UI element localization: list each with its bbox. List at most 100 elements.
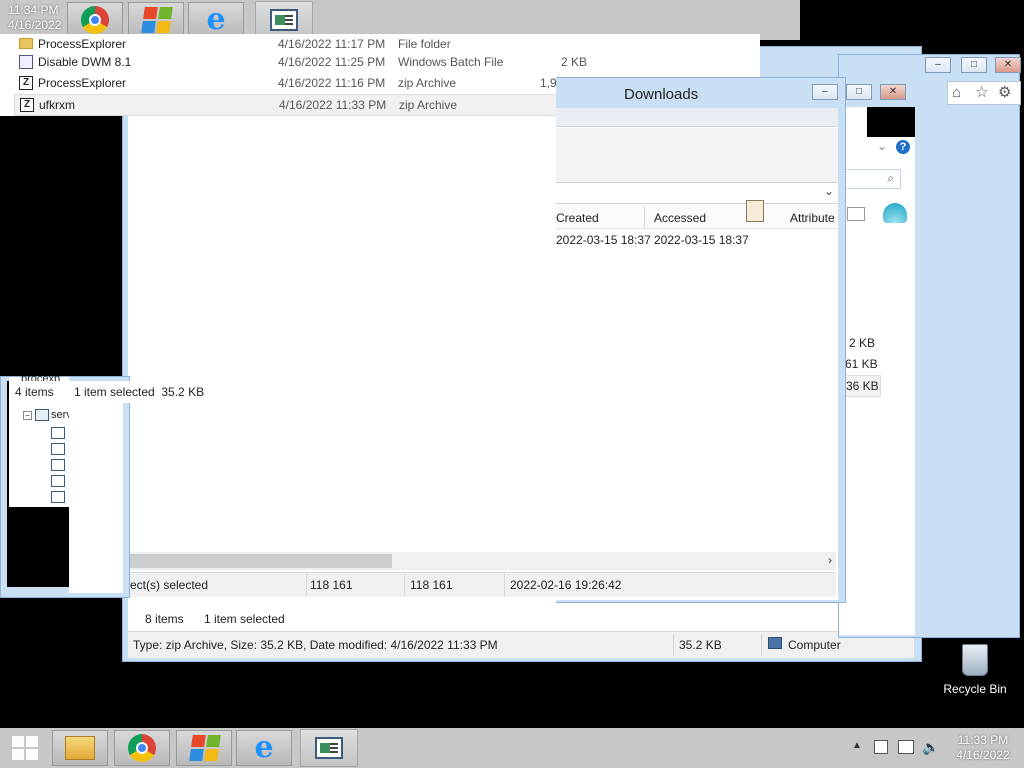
- taskbar-app-button[interactable]: [300, 729, 358, 767]
- batch-file-icon: [19, 55, 33, 69]
- file-name: Disable DWM 8.1: [38, 55, 132, 69]
- right-content: ⌄ ? ⌕ 2 KB 61 KB 36 KB: [839, 107, 915, 635]
- windows-start-icon: [12, 736, 38, 760]
- zip-archive-icon: Z: [19, 76, 33, 90]
- main-details-location: Computer: [788, 638, 841, 652]
- bottom-clock[interactable]: 11:33 PM 4/16/2022: [950, 733, 1016, 763]
- column-created[interactable]: Created: [556, 211, 599, 225]
- right-expand-chevron-icon[interactable]: ⌄: [877, 139, 887, 153]
- file-row-selected[interactable]: Z ufkrxm 4/16/2022 11:33 PM zip Archive: [14, 94, 558, 116]
- file-row[interactable]: Disable DWM 8.1 4/16/2022 11:25 PM Windo…: [0, 52, 590, 72]
- row-created: 2022-03-15 18:37: [556, 233, 651, 247]
- status-selected: ect(s) selected: [130, 578, 209, 592]
- main-status-bar: 8 items 1 item selected: [128, 607, 914, 631]
- windows-logo-icon: [141, 7, 173, 33]
- column-accessed[interactable]: Accessed: [654, 211, 706, 225]
- service-icon: [51, 459, 65, 471]
- internet-explorer-icon: e: [206, 2, 226, 37]
- file-date: 4/16/2022 11:17 PM: [278, 37, 386, 51]
- left-panel-white: [69, 403, 123, 593]
- downloads-address-bar[interactable]: ⌄: [556, 183, 838, 204]
- file-size: 2 KB: [561, 55, 588, 69]
- right-size-2: 61 KB: [845, 357, 878, 371]
- downloads-row[interactable]: 2022-03-15 18:37 2022-03-15 18:37: [556, 230, 838, 250]
- main-details-text: Type: zip Archive, Size: 35.2 KB, Date m…: [133, 638, 498, 652]
- taskbar-windows-button[interactable]: [176, 730, 232, 766]
- taskbar-ie-button[interactable]: e: [236, 730, 292, 766]
- scrollbar-thumb[interactable]: [130, 554, 392, 568]
- file-row[interactable]: ProcessExplorer 4/16/2022 11:17 PM File …: [0, 34, 560, 54]
- internet-explorer-icon: e: [254, 730, 274, 765]
- star-icon[interactable]: ☆: [975, 83, 988, 101]
- right-black-gap: [867, 107, 915, 137]
- app-window-icon: [315, 737, 343, 759]
- bottom-clock-time: 11:33 PM: [957, 733, 1009, 747]
- address-dropdown-icon[interactable]: ⌄: [824, 184, 834, 198]
- downloads-inner: ⌄ Created Accessed Attribute 2022-03-15 …: [556, 108, 838, 600]
- downloads-scrollbar[interactable]: ›: [130, 552, 836, 570]
- top-clock-time: 11:34 PM: [8, 3, 59, 17]
- network-icon[interactable]: [898, 740, 914, 754]
- windows-logo-icon: [189, 735, 221, 761]
- left-selected-info: 1 item selected 35.2 KB: [74, 385, 205, 399]
- taskbar-chrome-button[interactable]: [114, 730, 170, 766]
- file-date: 4/16/2022 11:25 PM: [278, 55, 386, 69]
- gear-icon[interactable]: ⚙: [998, 83, 1011, 101]
- shell-icon: [883, 203, 907, 223]
- main-details-bar: Type: zip Archive, Size: 35.2 KB, Date m…: [128, 631, 914, 658]
- volume-muted-icon[interactable]: 🔈: [922, 739, 939, 756]
- scroll-right-icon[interactable]: ›: [828, 553, 832, 567]
- service-icon: [51, 475, 65, 487]
- right-view-toggle-icon[interactable]: [847, 207, 865, 221]
- downloads-maximize-button[interactable]: □: [846, 84, 872, 100]
- recycle-bin-label: Recycle Bin: [943, 682, 1007, 696]
- start-button[interactable]: [0, 728, 50, 768]
- service-icon: [51, 427, 65, 439]
- file-type: zip Archive: [398, 76, 457, 90]
- recycle-bin[interactable]: Recycle Bin: [938, 642, 1012, 702]
- top-taskbar-ie-button[interactable]: e: [188, 2, 244, 38]
- action-center-icon[interactable]: [874, 740, 888, 754]
- file-size: 1,9: [540, 76, 557, 90]
- file-type: File folder: [398, 37, 451, 51]
- downloads-minimize-button[interactable]: –: [812, 84, 838, 100]
- right-maximize-button[interactable]: □: [961, 57, 987, 73]
- taskbar-file-explorer-button[interactable]: [52, 730, 108, 766]
- zip-archive-icon: Z: [20, 98, 34, 112]
- help-icon[interactable]: ?: [896, 140, 910, 154]
- bottom-taskbar: e ▲ 🔈 11:33 PM 4/16/2022: [0, 728, 1024, 768]
- top-taskbar-chrome-button[interactable]: [67, 2, 123, 38]
- right-minimize-button[interactable]: –: [925, 57, 951, 73]
- clipboard-icon[interactable]: [746, 200, 764, 222]
- file-date: 4/16/2022 11:16 PM: [278, 76, 386, 90]
- service-icon: [51, 491, 65, 503]
- show-hidden-icons-icon[interactable]: ▲: [852, 740, 862, 751]
- downloads-close-button[interactable]: ✕: [880, 84, 906, 100]
- file-row[interactable]: Z ProcessExplorer 4/16/2022 11:16 PM zip…: [0, 73, 560, 93]
- right-search-box[interactable]: ⌕: [839, 169, 901, 189]
- downloads-ribbon-area: [556, 128, 838, 183]
- home-icon[interactable]: ⌂: [952, 84, 961, 101]
- column-attribute[interactable]: Attribute: [790, 211, 835, 225]
- app-window-icon: [270, 9, 298, 31]
- file-name: ufkrxm: [39, 98, 75, 112]
- tree-expand-icon[interactable]: −: [23, 411, 32, 420]
- chrome-icon: [128, 734, 156, 762]
- right-size-1: 2 KB: [849, 336, 876, 350]
- status-val2: 118 161: [410, 578, 453, 592]
- status-val1: 118 161: [310, 578, 353, 592]
- left-panel-statusbar: 4 items 1 item selected 35.2 KB: [9, 381, 209, 403]
- right-close-button[interactable]: ✕: [995, 57, 1021, 73]
- row-accessed: 2022-03-15 18:37: [654, 233, 749, 247]
- top-clock-date: 4/16/2022: [8, 18, 62, 32]
- downloads-status-bar: ect(s) selected 118 161 118 161 2022-02-…: [130, 572, 836, 597]
- file-name: ProcessExplorer: [38, 76, 127, 90]
- main-items-count: 8 items: [145, 612, 184, 626]
- recycle-bin-icon: [962, 644, 988, 676]
- folder-icon: [19, 38, 33, 49]
- main-selected-info: 1 item selected: [204, 612, 285, 626]
- file-type: zip Archive: [399, 98, 458, 112]
- service-icon: [51, 443, 65, 455]
- top-clock[interactable]: 11:34 PM 4/16/2022: [8, 3, 61, 33]
- top-taskbar-windows-button[interactable]: [128, 2, 184, 38]
